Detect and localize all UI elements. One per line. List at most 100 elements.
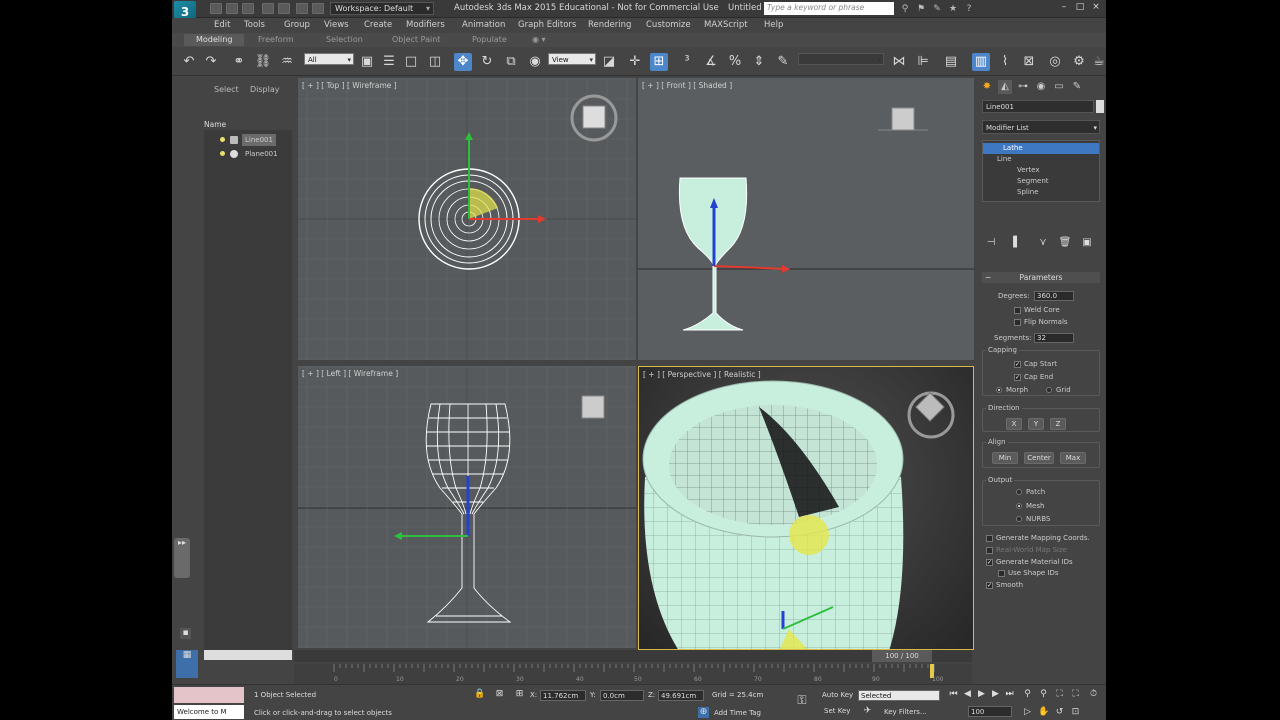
hierarchy-tab-icon[interactable]: ⊶ [1016,80,1030,94]
minimize-icon[interactable]: – [1058,1,1070,13]
configure-sets-icon[interactable]: ▣ [1080,236,1094,250]
angle-snap-icon[interactable]: ∡ [702,53,720,71]
use-shape-ids-checkbox[interactable] [998,570,1005,577]
tab-freeform[interactable]: Freeform [246,34,306,46]
orbit-icon[interactable]: ↺ [1054,707,1065,718]
generate-material-ids-checkbox[interactable]: ✓ [986,559,993,566]
tab-populate[interactable]: Populate [460,34,519,46]
stack-item-spline[interactable]: Spline [983,187,1099,198]
favorites-icon[interactable]: ★ [948,4,958,14]
render-icon[interactable]: ☕ [1090,53,1106,71]
display-tab-icon[interactable]: ▭ [1052,80,1066,94]
degrees-spinner[interactable]: 360.0 [1034,291,1074,301]
viewport-label[interactable]: [ + ] [ Left ] [ Wireframe ] [302,369,398,378]
undo-icon[interactable]: ↶ [180,53,198,71]
render-setup-icon[interactable]: ⚙ [1070,53,1088,71]
zoom-all-icon[interactable]: ⚲ [1038,689,1049,700]
explorer-tab-display[interactable]: Display [250,85,280,94]
go-to-end-icon[interactable]: ⏭ [1004,689,1015,700]
explorer-scrollbar[interactable] [204,650,292,660]
reference-coordinate-dropdown[interactable]: View [548,53,596,66]
pin-icon[interactable]: ▪ [180,628,191,639]
viewport-label[interactable]: [ + ] [ Perspective ] [ Realistic ] [643,370,761,379]
tab-modeling[interactable]: Modeling [184,34,245,46]
maximize-viewport-icon[interactable]: ⊡ [1070,707,1081,718]
dropdown-icon[interactable] [312,3,324,14]
redo-icon[interactable]: ↷ [202,53,220,71]
scene-explorer-icon[interactable]: ▥ [972,53,990,71]
field-of-view-icon[interactable]: ▷ [1022,707,1033,718]
object-color-swatch[interactable] [1096,100,1104,113]
material-editor-icon[interactable]: ◎ [1046,53,1064,71]
viewport-top[interactable]: [ + ] [ Top ] [ Wireframe ] [298,78,636,360]
tab-object-paint[interactable]: Object Paint [380,34,452,46]
layers-icon[interactable]: ▦ [176,650,198,678]
add-time-tag-icon[interactable]: ⊕ [698,707,709,718]
visibility-bulb-icon[interactable] [220,137,225,142]
snaps-toggle-icon[interactable]: ³ [678,53,696,71]
key-filters-icon[interactable]: ✈ [862,706,873,717]
named-selection-dropdown[interactable] [798,53,884,66]
add-time-tag[interactable]: Add Time Tag [714,709,761,717]
align-min-button[interactable]: Min [992,452,1018,464]
time-config-icon[interactable]: ⏱ [1088,689,1099,700]
lock-selection-icon[interactable]: 🔒 [474,689,485,700]
communication-icon[interactable]: ✎ [932,4,942,14]
bind-space-warp-icon[interactable]: ♒ [278,53,296,71]
curve-editor-icon[interactable]: ⌇ [996,53,1014,71]
workspace-dropdown[interactable]: Workspace: Default [330,2,434,15]
layer-explorer-icon[interactable]: ▤ [942,53,960,71]
new-file-icon[interactable] [210,3,222,14]
previous-frame-icon[interactable]: ◀ [962,689,973,700]
help-icon[interactable]: ? [964,4,974,14]
maximize-icon[interactable]: □ [1074,1,1086,13]
nurbs-radio[interactable] [1016,516,1022,522]
morph-radio[interactable] [996,387,1002,393]
menu-views[interactable]: Views [324,20,349,30]
select-rotate-icon[interactable]: ↻ [478,53,496,71]
direction-y-button[interactable]: Y [1028,418,1044,430]
help-search-input[interactable]: Type a keyword or phrase [764,2,894,15]
ribbon-toggle-icon[interactable]: ◉ ▾ [520,34,558,46]
key-icon[interactable]: ⚿ [792,694,812,706]
stack-item-lathe[interactable]: Lathe [983,143,1099,154]
project-folder-icon[interactable] [296,3,308,14]
menu-modifiers[interactable]: Modifiers [406,20,445,30]
zoom-extents-icon[interactable]: ⛶ [1054,689,1065,700]
select-object-icon[interactable]: ▣ [358,53,376,71]
selection-set-dropdown[interactable]: Selected [858,690,940,701]
menu-edit[interactable]: Edit [214,20,230,30]
select-move-icon[interactable]: ✥ [454,53,472,71]
menu-animation[interactable]: Animation [462,20,505,30]
segments-spinner[interactable]: 32 [1034,333,1074,343]
rect-selection-icon[interactable]: □ [402,53,420,71]
redo-icon[interactable] [278,3,290,14]
select-manipulate-icon[interactable]: ✛ [626,53,644,71]
time-slider[interactable] [294,650,972,662]
viewport-left[interactable]: [ + ] [ Left ] [ Wireframe ] [298,366,636,648]
list-item[interactable]: Plane001 [204,148,292,160]
explorer-tab-select[interactable]: Select [214,85,239,94]
menu-maxscript[interactable]: MAXScript [704,20,748,30]
absolute-mode-icon[interactable]: ⊞ [514,689,525,700]
direction-x-button[interactable]: X [1006,418,1022,430]
schematic-view-icon[interactable]: ⊠ [1020,53,1038,71]
menu-tools[interactable]: Tools [244,20,265,30]
selection-filter-dropdown[interactable]: All [304,53,354,66]
maxscript-mini-listener[interactable]: Welcome to M [174,705,244,719]
time-slider-thumb[interactable]: 100 / 100 [872,650,932,662]
parameters-rollout-header[interactable]: Parameters [982,272,1100,283]
zoom-icon[interactable]: ⚲ [1022,689,1033,700]
set-key-button[interactable]: Set Key [824,707,850,715]
select-link-icon[interactable]: ⚭ [230,53,248,71]
play-icon[interactable]: ▶ [976,689,987,700]
menu-group[interactable]: Group [284,20,310,30]
menu-help[interactable]: Help [764,20,783,30]
visibility-bulb-icon[interactable] [220,151,225,156]
list-item[interactable]: Line001 [204,134,292,146]
select-by-name-icon[interactable]: ☰ [380,53,398,71]
smooth-checkbox[interactable]: ✓ [986,582,993,589]
patch-radio[interactable] [1016,489,1022,495]
go-to-start-icon[interactable]: ⏮ [948,689,959,700]
z-coordinate-field[interactable]: 49.691cm [658,690,704,701]
